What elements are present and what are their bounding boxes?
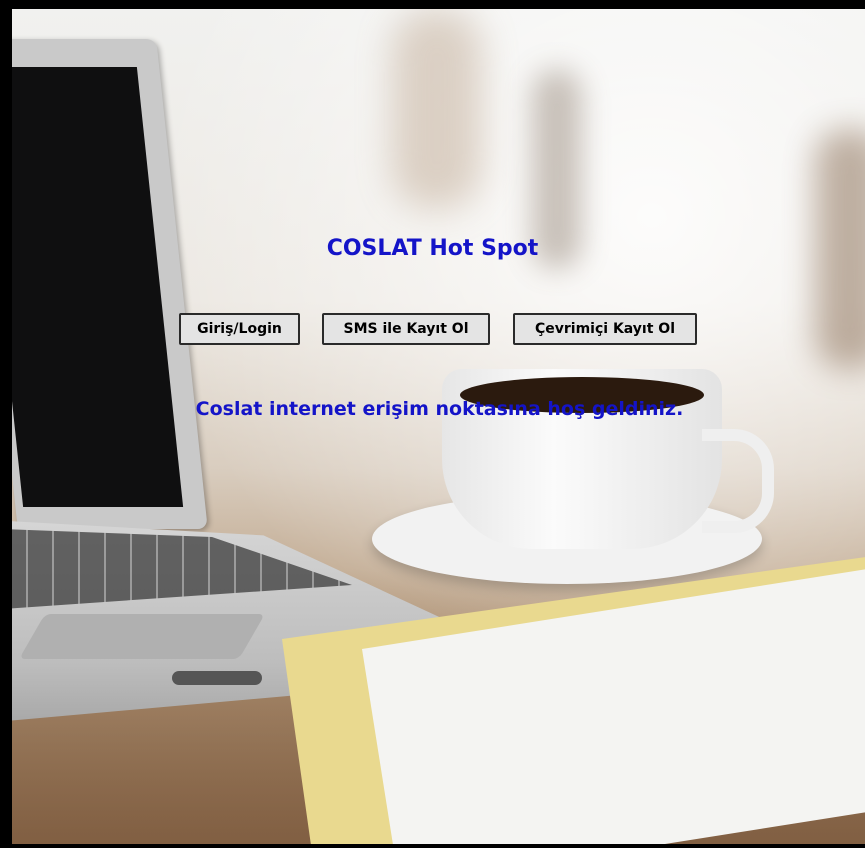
login-button[interactable]: Giriş/Login (179, 313, 300, 345)
page-title: COSLAT Hot Spot (326, 236, 539, 261)
welcome-message: Coslat internet erişim noktasına hoş gel… (195, 398, 684, 420)
online-register-button[interactable]: Çevrimiçi Kayıt Ol (513, 313, 697, 345)
page-frame: COSLAT Hot Spot Giriş/Login SMS ile Kayı… (0, 0, 865, 848)
laptop-slot (172, 671, 262, 685)
cup-handle (702, 429, 774, 533)
laptop-trackpad (19, 614, 265, 659)
sms-register-button[interactable]: SMS ile Kayıt Ol (322, 313, 490, 345)
background-photo (12, 9, 865, 844)
